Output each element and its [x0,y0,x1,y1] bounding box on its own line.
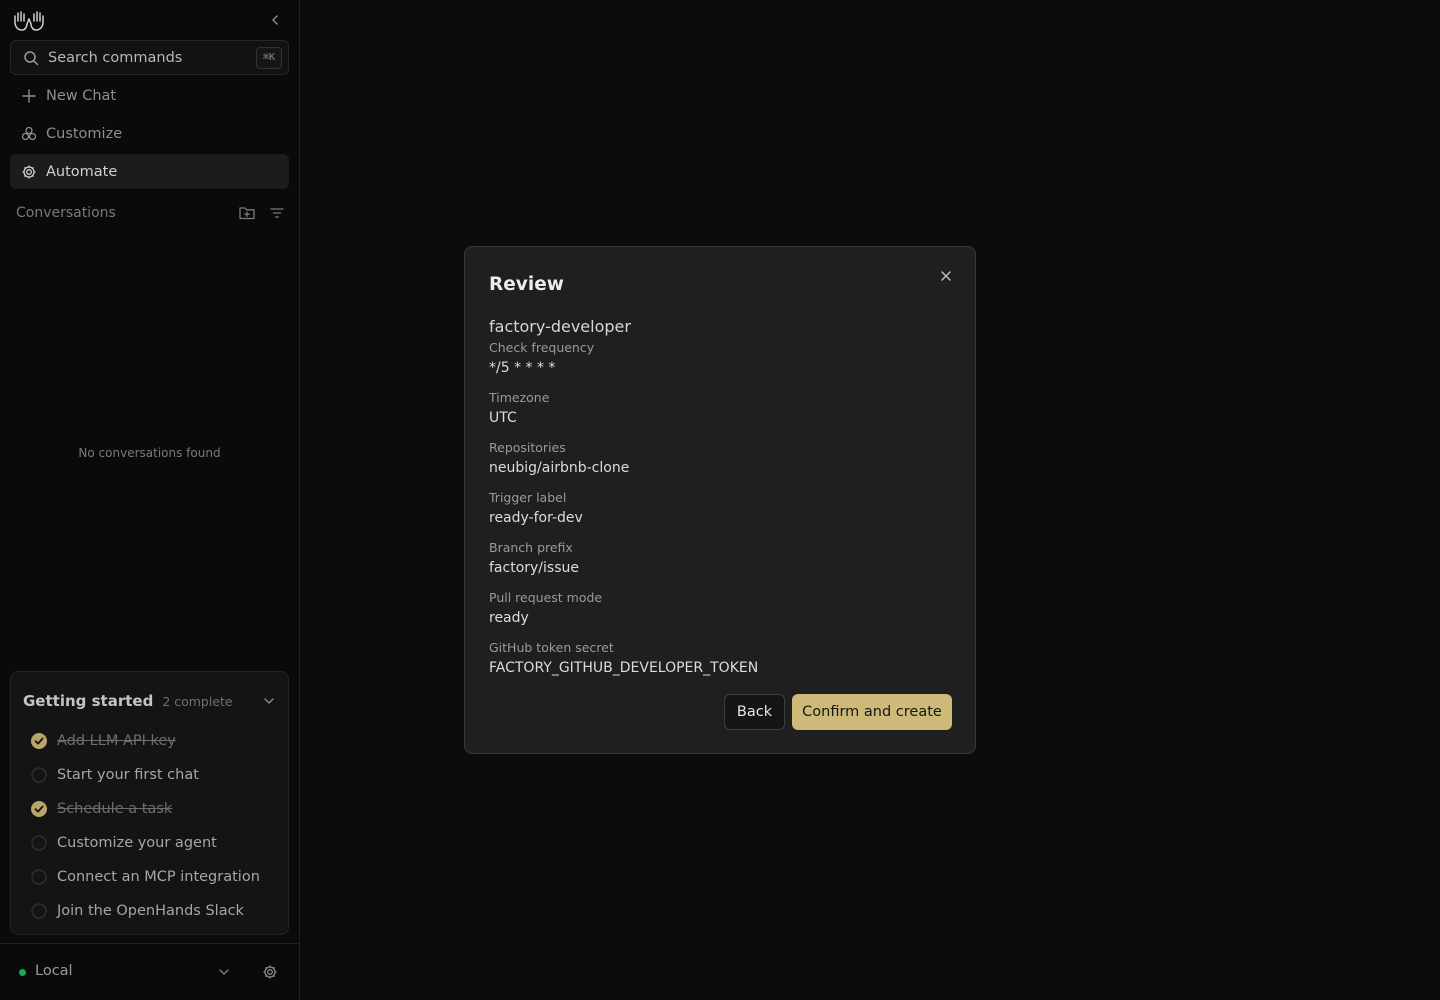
getting-started-panel: Getting started 2 complete Add LLM API k… [10,671,289,935]
plus-icon [21,88,37,104]
checklist-label: Schedule a task [57,801,173,817]
confirm-and-create-button[interactable]: Confirm and create [792,694,952,730]
new-folder-icon[interactable] [238,204,256,222]
field-branch-prefix: Branch prefix factory/issue [489,540,949,576]
check-circle-icon [31,801,47,817]
automation-name: factory-developer [489,317,631,336]
field-check-frequency: Check frequency */5 * * * * [489,340,949,376]
filter-icon[interactable] [268,204,286,222]
search-icon [23,50,39,66]
back-button[interactable]: Back [724,694,785,730]
openhands-logo-icon[interactable] [12,8,46,32]
customize-icon [21,126,37,142]
field-value: ready-for-dev [489,510,583,526]
field-pull-request-mode: Pull request mode ready [489,590,949,626]
field-value: neubig/airbnb-clone [489,460,630,476]
customize-button[interactable]: Customize [10,116,289,151]
field-timezone: Timezone UTC [489,390,949,426]
nav-label-new-chat: New Chat [46,87,117,104]
field-label: Trigger label [489,490,567,505]
checklist-item-schedule-task[interactable]: Schedule a task [31,798,281,820]
field-label: GitHub token secret [489,640,614,655]
getting-started-count: 2 complete [162,693,233,709]
field-label: Pull request mode [489,590,603,605]
checklist-label: Connect an MCP integration [57,869,260,885]
checklist-item-start-first-chat[interactable]: Start your first chat [31,764,281,786]
nav-label-customize: Customize [46,125,123,142]
empty-circle-icon [31,767,47,783]
close-icon[interactable] [937,267,955,285]
shortcut-badge: ⌘K [256,46,282,69]
getting-started-title: Getting started [23,692,154,710]
conversations-title: Conversations [16,205,116,221]
field-value: factory/issue [489,560,579,576]
nav-label-automate: Automate [46,163,118,180]
collapse-sidebar-button[interactable] [266,10,284,30]
chevron-down-icon[interactable] [216,964,232,980]
settings-gear-icon[interactable] [262,964,279,981]
review-dialog: Review factory-developer Check frequency… [464,246,976,754]
field-value: FACTORY_GITHUB_DEVELOPER_TOKEN [489,660,759,676]
field-value: UTC [489,410,517,426]
search-placeholder: Search commands [48,49,183,66]
automate-button[interactable]: Automate [10,154,289,189]
field-label: Repositories [489,440,566,455]
environment-label[interactable]: Local [35,963,73,979]
checklist-item-join-slack[interactable]: Join the OpenHands Slack [31,900,281,922]
empty-conversations-text: No conversations found [78,446,221,460]
dialog-title: Review [489,274,564,295]
empty-circle-icon [31,869,47,885]
field-value: */5 * * * * [489,360,556,376]
gear-icon [21,164,37,180]
checklist-label: Join the OpenHands Slack [57,903,244,919]
field-github-token-secret: GitHub token secret FACTORY_GITHUB_DEVEL… [489,640,949,676]
sidebar: Search commands ⌘K New Chat Customize Au… [0,0,300,1000]
check-circle-icon [31,733,47,749]
status-dot [19,969,26,976]
field-label: Check frequency [489,340,595,355]
conversations-header: Conversations [16,202,286,224]
search-commands-input[interactable]: Search commands ⌘K [10,40,289,75]
checklist-label: Customize your agent [57,835,217,851]
checklist-label: Start your first chat [57,767,199,783]
checklist-item-connect-mcp[interactable]: Connect an MCP integration [31,866,281,888]
getting-started-header[interactable]: Getting started 2 complete [23,690,277,712]
field-trigger-label: Trigger label ready-for-dev [489,490,949,526]
empty-circle-icon [31,903,47,919]
field-label: Timezone [489,390,550,405]
chevron-down-icon[interactable] [261,693,277,709]
empty-circle-icon [31,835,47,851]
sidebar-footer: Local [0,943,299,1000]
field-label: Branch prefix [489,540,573,555]
new-chat-button[interactable]: New Chat [10,78,289,113]
field-value: ready [489,610,529,626]
checklist-item-add-llm-api-key[interactable]: Add LLM API key [31,730,281,752]
field-repositories: Repositories neubig/airbnb-clone [489,440,949,476]
checklist-item-customize-agent[interactable]: Customize your agent [31,832,281,854]
checklist-label: Add LLM API key [57,733,176,749]
